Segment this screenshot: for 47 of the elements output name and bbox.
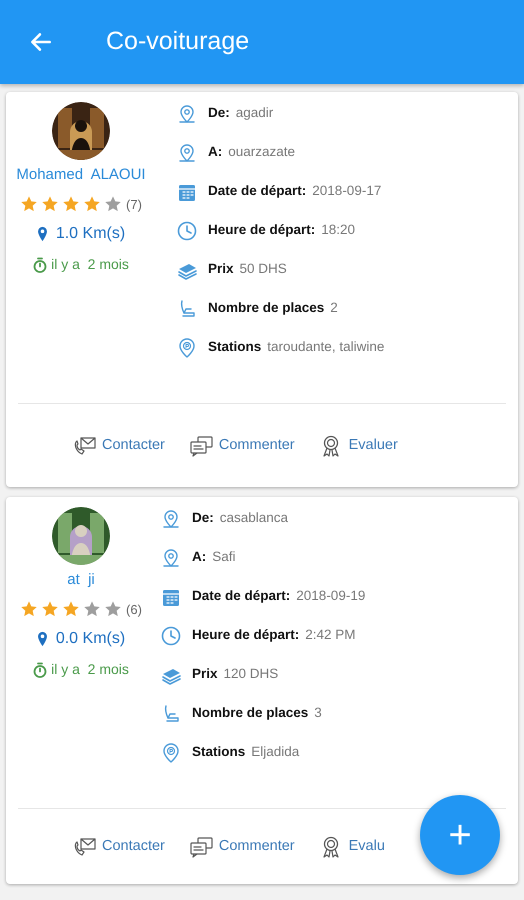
clock-icon [160, 624, 182, 646]
field-text: Stations taroudante, taliwine [208, 338, 384, 356]
field-text: Heure de départ: 2:42 PM [192, 626, 356, 644]
distance-text: 0.0 Km(s) [56, 629, 126, 649]
field-text: A: ouarzazate [208, 143, 296, 162]
contact-button[interactable]: Contacter [72, 434, 165, 458]
location-pin-icon [36, 226, 48, 242]
field-text: Date de départ: 2018-09-19 [192, 587, 366, 606]
star-icon [20, 600, 38, 618]
stopwatch-icon [33, 662, 48, 678]
field-text: Stations Eljadida [192, 743, 300, 762]
chat-bubbles-icon [188, 434, 213, 458]
star-icon [83, 600, 102, 618]
star-icon [62, 600, 80, 618]
field-text: A: Safi [192, 548, 236, 566]
posted-time: il y a 2 mois [51, 660, 129, 679]
star-icon [41, 195, 60, 214]
posted-time: il y a 2 mois [51, 255, 129, 274]
app-title: Co-voiturage [106, 26, 250, 58]
comment-button[interactable]: Commenter [188, 434, 295, 458]
star-icon [104, 600, 122, 618]
field-text: De: agadir [208, 104, 274, 122]
star-icon [62, 195, 80, 214]
field-text: Nombre de places 3 [192, 704, 322, 722]
field-text: Date de départ: 2018-09-17 [208, 182, 382, 200]
star-icon [104, 195, 122, 214]
contact-button[interactable]: Contacter [72, 834, 165, 858]
stopwatch-icon [33, 256, 48, 272]
star-icon [83, 195, 102, 214]
field-text: Heure de départ: 18:20 [208, 221, 356, 240]
clock-icon [176, 220, 198, 242]
field-text: De: casablanca [192, 509, 288, 528]
driver-name[interactable]: Mohamed ALAOUI [16, 164, 146, 186]
star-icon [20, 195, 38, 214]
rate-button[interactable]: Evalu [318, 834, 385, 858]
field-text: Prix 120 DHS [192, 665, 278, 684]
field-text: Nombre de places 2 [208, 299, 338, 318]
location-pin-icon [36, 631, 48, 647]
chat-bubbles-icon [188, 834, 213, 858]
rating-count: (6) [126, 600, 142, 619]
field-text: Prix 50 DHS [208, 260, 287, 278]
distance-text: 1.0 Km(s) [56, 224, 126, 244]
star-icon [41, 600, 60, 618]
rate-button[interactable]: Evaluer [318, 434, 398, 458]
comment-button[interactable]: Commenter [188, 834, 295, 858]
rating-count: (7) [126, 196, 142, 214]
driver-name[interactable]: at ji [67, 569, 95, 592]
